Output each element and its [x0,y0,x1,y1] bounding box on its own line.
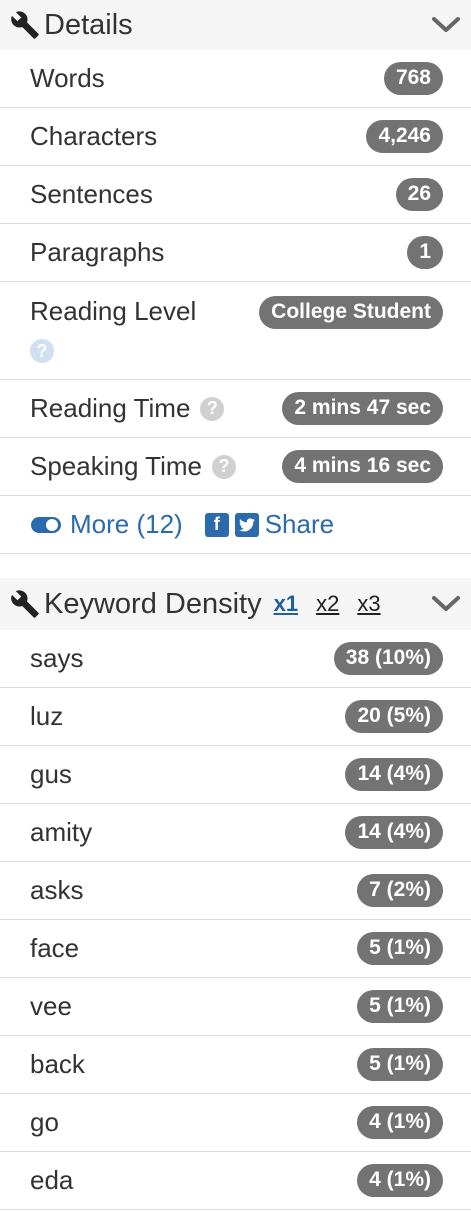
keyword-word: go [30,1107,59,1137]
wrench-icon [10,9,42,41]
keyword-density-panel: Keyword Density x1 x2 x3 says 38 (10%) l… [0,578,471,1210]
stat-label: Reading Time [30,393,191,423]
tab-x1[interactable]: x1 [274,591,298,617]
keyword-badge: 4 (1%) [357,1106,443,1139]
tab-x2[interactable]: x2 [316,591,339,617]
keyword-badge: 38 (10%) [333,642,443,675]
keyword-word: eda [30,1165,74,1195]
question-circle-icon[interactable]: ? [30,339,54,363]
toggle-icon[interactable] [30,515,62,535]
keyword-badge: 5 (1%) [357,932,443,965]
stat-row-speaking-time: Speaking Time ? 4 mins 16 sec [0,438,471,496]
stat-label: Paragraphs [30,237,165,267]
tab-x3[interactable]: x3 [357,591,380,617]
density-tabs: x1 x2 x3 [274,591,381,617]
panel-gap [0,554,471,578]
stat-label: Words [30,63,105,93]
details-title: Details [44,8,133,41]
chevron-down-icon[interactable] [431,593,461,615]
stat-row-characters: Characters 4,246 [0,108,471,166]
chevron-down-icon[interactable] [431,14,461,36]
stat-label: Sentences [30,179,153,209]
stat-badge: 4,246 [366,120,443,153]
share-link[interactable]: f Share [204,509,334,540]
stat-badge: 2 mins 47 sec [282,392,443,425]
wrench-icon [10,588,42,620]
details-header[interactable]: Details [0,0,471,50]
stat-row-sentences: Sentences 26 [0,166,471,224]
keyword-word: says [30,643,84,673]
question-circle-icon[interactable]: ? [200,396,225,421]
keyword-badge: 14 (4%) [345,816,443,849]
stat-label: Characters [30,121,158,151]
keyword-badge: 4 (1%) [357,1164,443,1197]
stat-label: Speaking Time [30,451,202,481]
details-panel: Details Words 768 Characters 4,246 Sente… [0,0,471,554]
stat-badge: 26 [395,178,443,211]
keyword-badge: 5 (1%) [357,1048,443,1081]
keyword-row: amity 14 (4%) [0,804,471,862]
question-circle-icon[interactable]: ? [211,454,236,479]
stat-badge: College Student [259,296,443,329]
keyword-word: back [30,1049,85,1079]
keyword-row: asks 7 (2%) [0,862,471,920]
keyword-row: says 38 (10%) [0,630,471,688]
twitter-icon[interactable] [234,512,259,537]
keyword-row: back 5 (1%) [0,1036,471,1094]
stat-badge: 768 [383,62,443,95]
keyword-word: face [30,933,80,963]
keyword-row: luz 20 (5%) [0,688,471,746]
keyword-badge: 20 (5%) [345,700,443,733]
more-link[interactable]: More (12) [70,509,183,540]
facebook-icon[interactable]: f [204,512,229,537]
more-share-row: More (12) f Share [0,496,471,554]
keyword-word: asks [30,875,84,905]
keyword-row: eda 4 (1%) [0,1152,471,1210]
keyword-row: gus 14 (4%) [0,746,471,804]
keyword-badge: 5 (1%) [357,990,443,1023]
stat-badge: 4 mins 16 sec [282,450,443,483]
stat-row-reading-level: Reading Level ? College Student [0,282,471,380]
share-label[interactable]: Share [265,509,334,540]
stat-badge: 1 [407,236,443,269]
keyword-word: luz [30,701,64,731]
keyword-row: go 4 (1%) [0,1094,471,1152]
keyword-badge: 14 (4%) [345,758,443,791]
keyword-word: gus [30,759,72,789]
keyword-row: vee 5 (1%) [0,978,471,1036]
stat-row-paragraphs: Paragraphs 1 [0,224,471,282]
stat-label: Reading Level [30,296,197,326]
stat-row-words: Words 768 [0,50,471,108]
stat-row-reading-time: Reading Time ? 2 mins 47 sec [0,380,471,438]
keyword-badge: 7 (2%) [357,874,443,907]
keyword-density-header[interactable]: Keyword Density x1 x2 x3 [0,578,471,630]
keyword-row: face 5 (1%) [0,920,471,978]
keyword-word: vee [30,991,72,1021]
keyword-density-title: Keyword Density [44,587,262,620]
keyword-word: amity [30,817,93,847]
